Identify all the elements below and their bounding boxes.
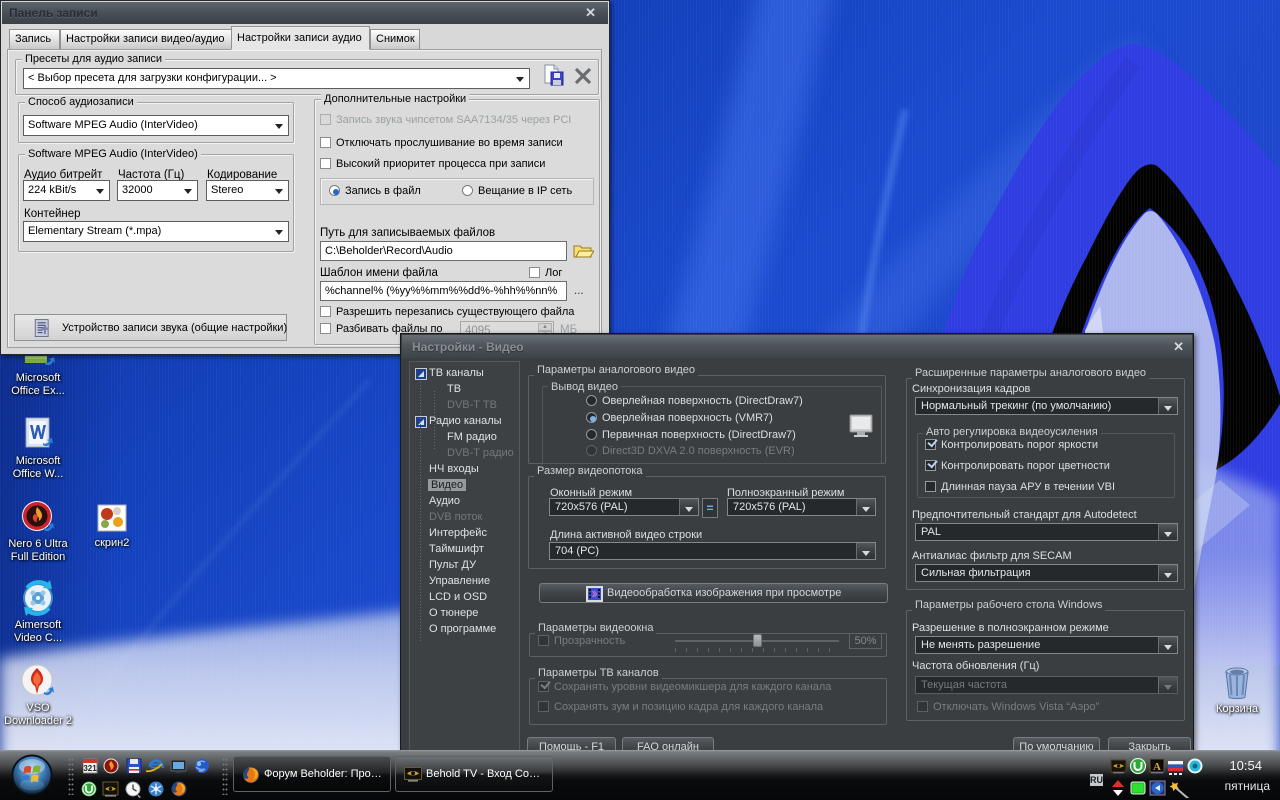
svg-text:A: A bbox=[1153, 761, 1161, 773]
svg-text:321: 321 bbox=[83, 764, 97, 773]
